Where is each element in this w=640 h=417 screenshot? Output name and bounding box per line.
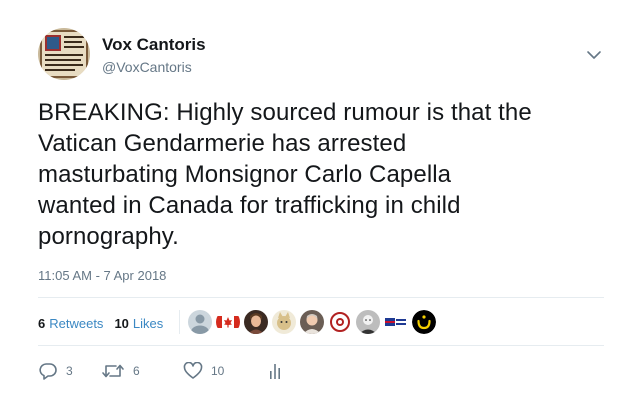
- likes-stat[interactable]: 10 Likes: [114, 316, 163, 331]
- man-avatar-icon[interactable]: [300, 310, 324, 334]
- retweets-stat[interactable]: 6 Retweets: [38, 316, 103, 331]
- default-person-icon[interactable]: [188, 310, 212, 334]
- divider: [38, 297, 604, 298]
- tweet-stats: 6 Retweets 10 Likes: [38, 316, 174, 331]
- tweet-actions: 3 6 10: [38, 360, 283, 382]
- tweet-text-line: wanted in Canada for trafficking in chil…: [38, 192, 461, 219]
- like-button[interactable]: 10: [183, 362, 267, 380]
- retweets-label: Retweets: [49, 316, 104, 331]
- tweet-text-line: BREAKING: Highly sourced rumour is that …: [38, 99, 532, 126]
- retweets-count: 6: [38, 316, 46, 331]
- author-handle[interactable]: @VoxCantoris: [102, 59, 192, 75]
- divider: [38, 345, 604, 346]
- analytics-icon: [267, 362, 283, 380]
- bw-avatar-icon[interactable]: [356, 310, 380, 334]
- flags-avatar-icon[interactable]: [384, 310, 408, 334]
- analytics-button[interactable]: [267, 362, 283, 380]
- tweet-text-line: masturbating Monsignor Carlo Capella: [38, 161, 452, 188]
- retweet-button[interactable]: 6: [101, 362, 183, 380]
- reply-icon: [38, 362, 58, 380]
- likes-label: Likes: [132, 316, 164, 331]
- woman-avatar-icon[interactable]: [244, 310, 268, 334]
- tweet-card: Vox Cantoris @VoxCantoris BREAKING: High…: [0, 0, 640, 417]
- tweet-text-line: pornography.: [38, 223, 179, 250]
- tweet-timestamp[interactable]: 11:05 AM - 7 Apr 2018: [38, 268, 166, 283]
- like-count: 10: [211, 364, 225, 378]
- likers-row: [188, 309, 440, 335]
- author-display-name[interactable]: Vox Cantoris: [102, 35, 206, 55]
- canada-flag-icon[interactable]: [216, 310, 240, 334]
- retweet-icon: [101, 362, 125, 380]
- nun-letter-avatar-icon[interactable]: [412, 310, 436, 334]
- tweet-text-line: Vatican Gendarmerie has arrested: [38, 130, 407, 157]
- heart-icon: [183, 362, 203, 380]
- emblem-avatar-icon[interactable]: [328, 310, 352, 334]
- stats-separator: [179, 310, 180, 334]
- retweet-count: 6: [133, 364, 140, 378]
- cat-avatar-icon[interactable]: [272, 310, 296, 334]
- author-avatar[interactable]: [38, 28, 90, 80]
- likes-count: 10: [114, 316, 129, 331]
- reply-button[interactable]: 3: [38, 362, 101, 380]
- reply-count: 3: [66, 364, 73, 378]
- tweet-text: BREAKING: Highly sourced rumour is that …: [38, 97, 608, 252]
- chevron-down-icon[interactable]: [585, 48, 603, 60]
